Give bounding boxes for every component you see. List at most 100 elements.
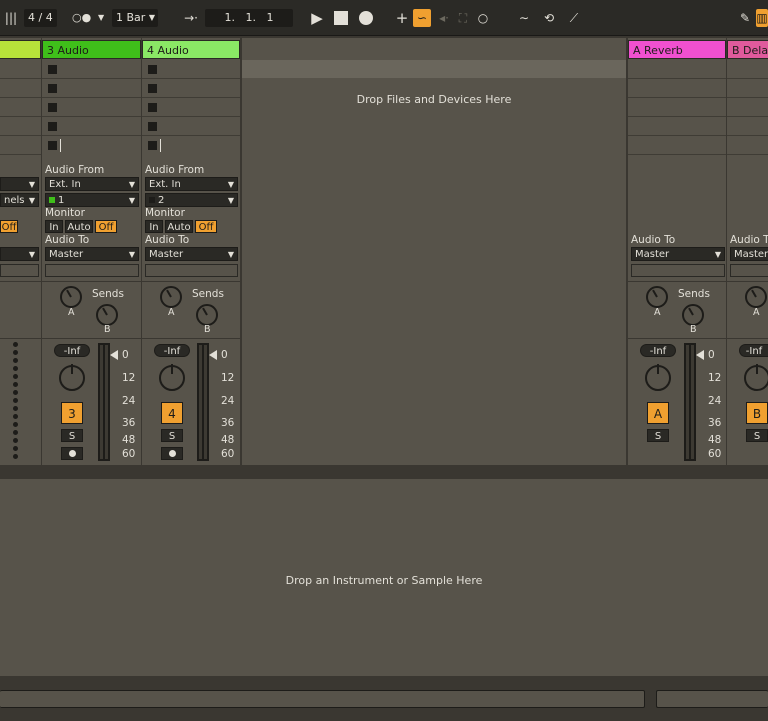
send-a-knob[interactable] xyxy=(160,286,182,308)
monitor-off-button[interactable]: Off xyxy=(195,220,217,233)
output-channel-field[interactable] xyxy=(0,264,39,277)
chevron-down-icon[interactable]: ▼ xyxy=(98,9,104,27)
record-icon[interactable] xyxy=(359,11,373,25)
overdub-plus-icon[interactable]: + xyxy=(393,9,411,27)
clip-slot[interactable] xyxy=(727,117,768,136)
quantize-menu[interactable]: 1 Bar ▼ xyxy=(112,9,158,27)
audio-from-menu[interactable]: Ext. In ▼ xyxy=(145,177,238,191)
audio-to-menu[interactable]: Master ▼ xyxy=(45,247,139,261)
arm-button[interactable] xyxy=(61,447,83,460)
clip-slot[interactable] xyxy=(727,60,768,79)
solo-button[interactable]: S xyxy=(647,429,669,442)
monitor-auto-button[interactable]: Auto xyxy=(165,220,193,233)
return-activator-button[interactable]: A xyxy=(647,402,669,424)
track-header[interactable] xyxy=(0,40,41,59)
monitor-auto-button[interactable]: Auto xyxy=(65,220,93,233)
clip-slot[interactable] xyxy=(42,117,141,136)
clip-slot[interactable] xyxy=(42,60,141,79)
clip-slot[interactable] xyxy=(628,60,726,79)
audio-to-menu[interactable]: Master ▼ xyxy=(145,247,238,261)
clip-slot[interactable] xyxy=(727,79,768,98)
output-channel-field[interactable] xyxy=(631,264,725,277)
stop-clip-icon[interactable] xyxy=(48,103,57,112)
track-header[interactable]: 3 Audio xyxy=(42,40,141,59)
solo-button[interactable]: S xyxy=(161,429,183,442)
solo-button[interactable]: S xyxy=(61,429,83,442)
session-drop-zone[interactable]: Drop Files and Devices Here xyxy=(241,38,627,465)
input-channel-menu[interactable]: 2 ▼ xyxy=(145,193,238,207)
stop-clip-icon[interactable] xyxy=(48,122,57,131)
volume-fader-arrow-icon[interactable] xyxy=(209,350,217,360)
pan-knob[interactable] xyxy=(645,364,671,391)
input-channel-menu[interactable]: nels ▼ xyxy=(0,193,39,207)
pan-knob[interactable] xyxy=(159,364,185,391)
clip-slot[interactable] xyxy=(727,136,768,155)
clip-slot[interactable] xyxy=(0,136,41,155)
volume-fader-arrow-icon[interactable] xyxy=(696,350,704,360)
curve-icon[interactable]: ⟋ xyxy=(565,9,583,27)
clip-slot[interactable] xyxy=(142,98,240,117)
stop-clip-icon[interactable] xyxy=(48,84,57,93)
status-field-right[interactable] xyxy=(656,690,768,708)
audio-from-menu[interactable]: Ext. In ▼ xyxy=(45,177,139,191)
punch-in-icon[interactable]: →· xyxy=(182,9,200,27)
output-channel-field[interactable] xyxy=(730,264,768,277)
audio-to-menu[interactable]: Master xyxy=(730,247,768,261)
stop-clip-icon[interactable] xyxy=(148,84,157,93)
automation-arm-icon[interactable]: ∽ xyxy=(413,9,431,27)
clip-slot[interactable] xyxy=(0,79,41,98)
send-a-knob[interactable] xyxy=(745,286,767,308)
pan-knob[interactable] xyxy=(744,364,768,391)
track-header[interactable]: 4 Audio xyxy=(142,40,240,59)
track-activator-button[interactable]: 4 xyxy=(161,402,183,424)
keys-icon[interactable]: ▥ xyxy=(756,9,768,27)
input-channel-menu[interactable]: 1 ▼ xyxy=(45,193,139,207)
session-record-icon[interactable]: ○ xyxy=(474,9,492,27)
track-header[interactable]: A Reverb xyxy=(628,40,726,59)
stop-clip-icon[interactable] xyxy=(148,141,157,150)
send-b-knob[interactable] xyxy=(96,304,118,326)
clip-slot[interactable] xyxy=(0,98,41,117)
monitor-in-button[interactable]: In xyxy=(145,220,163,233)
clip-slot[interactable] xyxy=(628,79,726,98)
send-b-knob[interactable] xyxy=(682,304,704,326)
volume-display[interactable]: -Inf xyxy=(640,344,676,357)
arm-button[interactable] xyxy=(161,447,183,460)
pencil-icon[interactable]: ✎ xyxy=(736,9,754,27)
clip-slot[interactable] xyxy=(727,98,768,117)
clip-slot[interactable] xyxy=(42,136,141,155)
stop-clip-icon[interactable] xyxy=(48,141,57,150)
capture-icon[interactable]: ⛶ xyxy=(454,9,472,27)
return-activator-button[interactable]: B xyxy=(746,402,768,424)
stop-clip-icon[interactable] xyxy=(48,65,57,74)
solo-button[interactable]: S xyxy=(746,429,768,442)
device-view-drop-zone[interactable]: Drop an Instrument or Sample Here xyxy=(0,476,768,676)
pan-knob[interactable] xyxy=(59,364,85,391)
clip-slot[interactable] xyxy=(42,98,141,117)
clip-slot[interactable] xyxy=(142,136,240,155)
volume-fader-arrow-icon[interactable] xyxy=(110,350,118,360)
play-icon[interactable]: ▶ xyxy=(308,9,326,27)
draw-curve-icon[interactable]: ∼ xyxy=(515,9,533,27)
send-a-knob[interactable] xyxy=(646,286,668,308)
output-channel-field[interactable] xyxy=(145,264,238,277)
stop-icon[interactable] xyxy=(334,11,348,25)
input-type-menu[interactable]: ▼ xyxy=(0,177,39,191)
clip-slot[interactable] xyxy=(142,117,240,136)
clip-slot[interactable] xyxy=(142,60,240,79)
clip-slot[interactable] xyxy=(628,98,726,117)
send-b-knob[interactable] xyxy=(196,304,218,326)
clip-slot[interactable] xyxy=(628,136,726,155)
back-to-arrangement-icon[interactable]: ◂· xyxy=(435,9,453,27)
clip-slot[interactable] xyxy=(42,79,141,98)
follow-icon[interactable]: ○● xyxy=(72,9,91,27)
track-activator-button[interactable]: 3 xyxy=(61,402,83,424)
status-field[interactable] xyxy=(0,690,645,708)
audio-to-menu[interactable]: Master ▼ xyxy=(631,247,725,261)
volume-display[interactable]: -Inf xyxy=(154,344,190,357)
stop-clip-icon[interactable] xyxy=(148,65,157,74)
clip-slot[interactable] xyxy=(0,117,41,136)
loop-icon[interactable]: ⟲ xyxy=(540,9,558,27)
volume-display[interactable]: -Inf xyxy=(54,344,90,357)
clip-slot[interactable] xyxy=(142,79,240,98)
